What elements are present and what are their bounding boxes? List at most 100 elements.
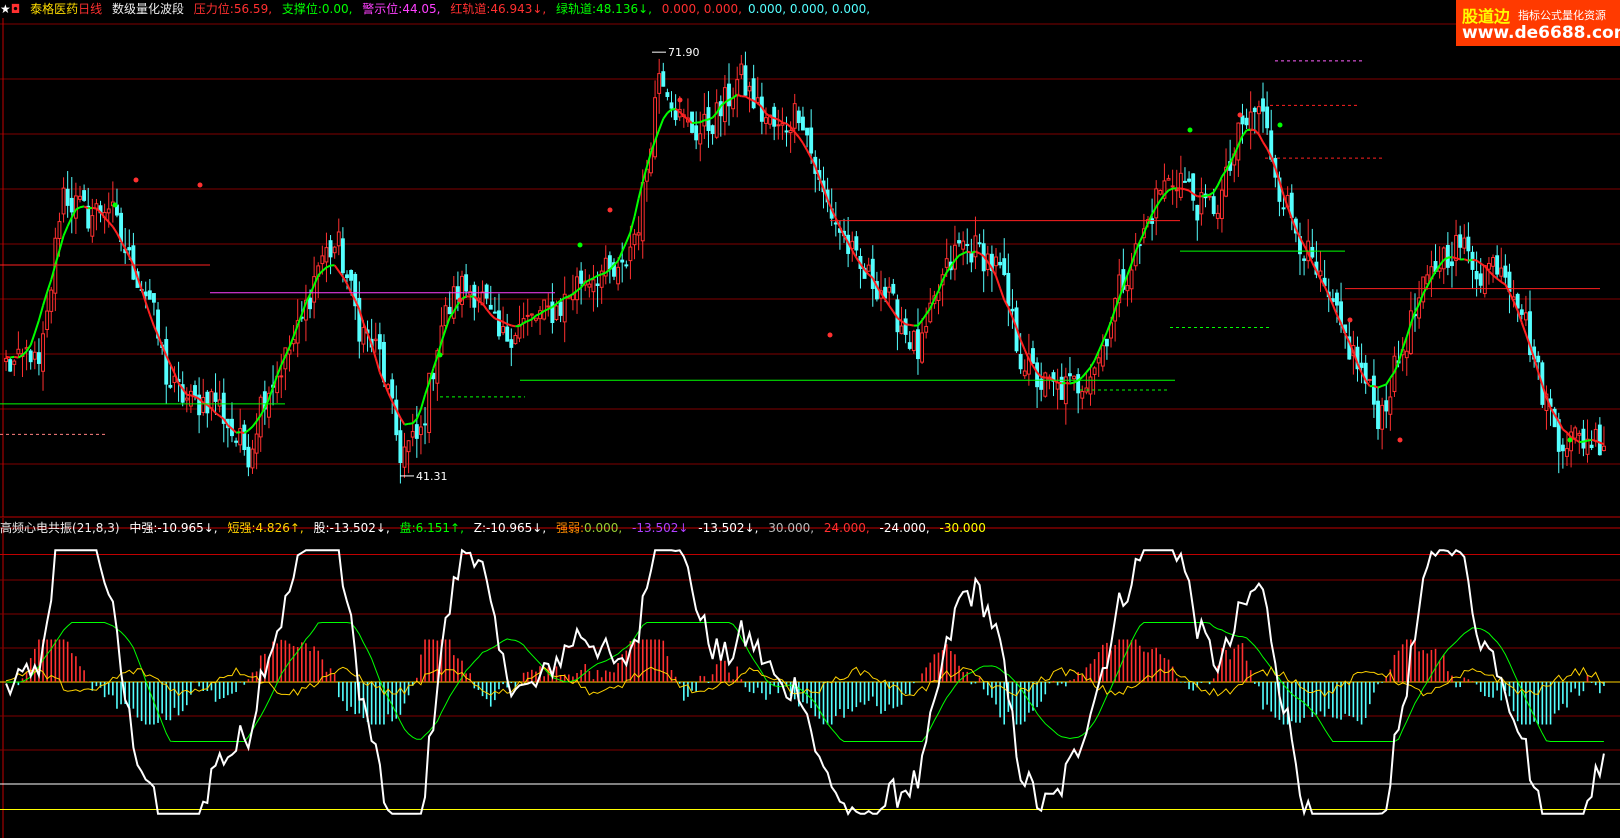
candle-up <box>780 123 785 126</box>
candle-down <box>796 110 801 124</box>
oscillator-chart[interactable] <box>0 518 1620 838</box>
watermark-url: www.de6688.com <box>1462 23 1620 43</box>
candle-up <box>1565 448 1569 457</box>
ring-icon[interactable]: ◘ <box>11 2 21 16</box>
candle-down <box>213 392 218 402</box>
candle-up <box>1462 237 1467 249</box>
zq-label: 中强: <box>129 521 158 535</box>
candle-up <box>747 85 752 92</box>
candle-down <box>1503 265 1508 278</box>
candle-up <box>714 102 719 138</box>
candle-up <box>45 310 50 331</box>
trend-line-segment <box>884 298 891 307</box>
candle-down <box>488 304 493 310</box>
trend-line-segment <box>148 314 155 327</box>
candle-down <box>998 261 1003 266</box>
candle-down <box>193 385 197 397</box>
candle-up <box>1491 257 1495 267</box>
candle-down <box>1018 354 1023 370</box>
trend-line-segment <box>411 418 418 424</box>
trend-line-segment <box>1377 384 1383 389</box>
trend-line-segment <box>321 266 328 272</box>
trend-line-segment <box>584 279 590 284</box>
candle-up <box>735 79 740 97</box>
candle-down <box>727 83 731 107</box>
candle-up <box>1404 350 1409 359</box>
candle-up <box>1166 178 1171 181</box>
candle-up <box>636 232 641 236</box>
signal-marker <box>197 182 203 188</box>
trend-line-segment <box>1258 133 1264 143</box>
candle-down <box>833 222 838 225</box>
candle-up <box>410 431 415 438</box>
candle-up <box>1178 172 1183 198</box>
trend-line-segment <box>1085 366 1092 373</box>
trend-line-segment <box>186 393 192 397</box>
star-icon[interactable]: ★ <box>0 2 11 16</box>
candle-up <box>1207 195 1212 198</box>
trend-line-segment <box>103 216 110 223</box>
candle-down <box>414 424 419 439</box>
trend-line-segment <box>107 221 114 228</box>
trend-line-segment <box>157 334 164 347</box>
trend-line-segment <box>671 107 676 111</box>
support-label: 支撑位: <box>281 2 322 16</box>
signal-marker <box>1347 317 1353 323</box>
candle-down <box>1240 115 1245 125</box>
candle-up <box>525 314 530 317</box>
candle-up <box>792 103 797 129</box>
candle-down <box>661 71 666 87</box>
green-channel-label: 绿轨道: <box>556 2 597 16</box>
signal-marker <box>607 207 613 213</box>
candle-down <box>743 65 748 96</box>
trend-line-segment <box>33 319 40 334</box>
candle-down <box>505 326 510 342</box>
candle-up <box>61 187 66 215</box>
signal-marker <box>1277 122 1283 128</box>
candle-down <box>805 127 809 136</box>
candle-down <box>1191 173 1196 201</box>
candle-up <box>1129 269 1134 290</box>
candle-up <box>12 360 17 365</box>
candle-up <box>32 351 37 360</box>
gu-value: -13.502↓, <box>329 521 390 535</box>
trend-line-segment <box>921 313 928 321</box>
candle-down <box>398 430 403 464</box>
candle-down <box>595 283 600 286</box>
candle-down <box>340 238 345 274</box>
candle-down <box>1302 258 1307 261</box>
candle-up <box>250 448 255 469</box>
candle-up <box>529 313 534 316</box>
trend-line-segment <box>1381 383 1387 387</box>
trend-line-segment <box>1041 375 1046 379</box>
trend-line-segment <box>1184 188 1190 192</box>
trend-line-segment <box>527 318 533 322</box>
warning-value: 44.05, <box>402 2 441 16</box>
trend-line-segment <box>732 93 738 99</box>
trend-line-segment <box>826 199 833 210</box>
price-chart[interactable]: 71.90 41.31 <box>0 0 1620 518</box>
candle-up <box>324 247 329 263</box>
candle-down <box>147 290 152 300</box>
candle-down <box>127 247 132 251</box>
candle-down <box>669 102 674 109</box>
candle-up <box>1154 188 1159 219</box>
trend-line-segment <box>1455 257 1461 261</box>
trend-line-segment <box>1488 270 1494 276</box>
candle-down <box>665 92 670 97</box>
trend-line-segment <box>506 323 512 327</box>
candle-down <box>1010 308 1015 312</box>
candle-up <box>361 327 366 345</box>
trend-line-segment <box>239 431 245 435</box>
warning-label: 警示位: <box>362 2 403 16</box>
candle-down <box>151 293 156 303</box>
candle-up <box>1482 265 1487 295</box>
trend-line-segment <box>971 250 976 254</box>
candle-up <box>1256 106 1261 115</box>
trend-line-segment <box>1262 141 1268 150</box>
gu-label: 股: <box>313 521 330 535</box>
candle-up <box>4 357 8 363</box>
candle-down <box>891 283 896 294</box>
candle-down <box>957 240 961 244</box>
candle-up <box>764 117 768 124</box>
